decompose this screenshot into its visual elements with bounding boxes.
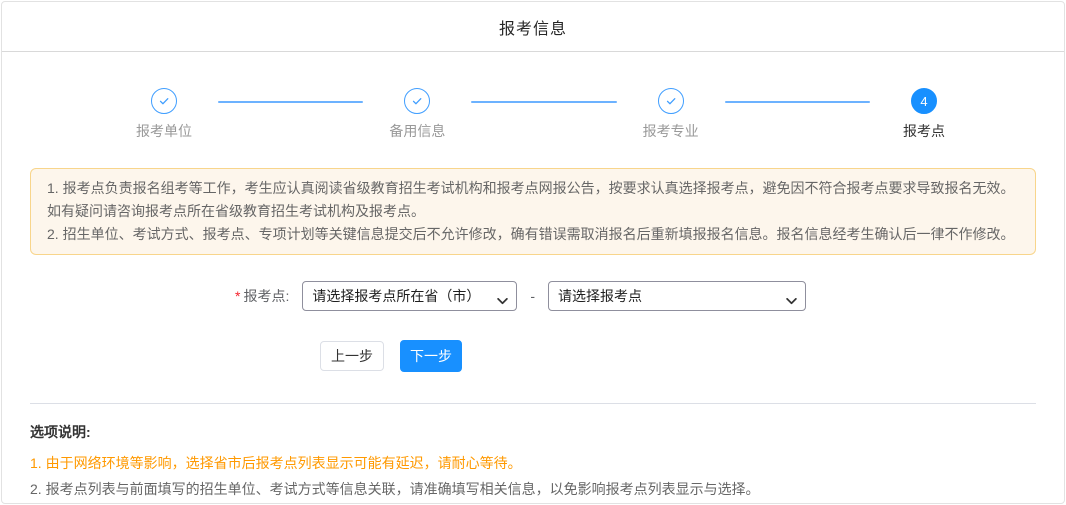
page-title: 报考信息: [499, 15, 567, 39]
step-done-circle: [151, 88, 177, 114]
step-label: 报考点: [903, 121, 945, 141]
explanation-note: 2. 报考点列表与前面填写的招生单位、考试方式等信息关联，请准确填写相关信息，以…: [30, 476, 1036, 502]
step-baokao-dian: 4 报考点: [876, 88, 972, 141]
step-active-circle: 4: [911, 88, 937, 114]
check-icon: [664, 94, 678, 108]
options-explanation: 选项说明: 1. 由于网络环境等影响，选择省市后报考点列表显示可能有延迟，请耐心…: [2, 404, 1064, 502]
previous-step-button[interactable]: 上一步: [320, 341, 384, 371]
step-baokao-danwei: 报考单位: [116, 88, 212, 141]
notice-line: 2. 招生单位、考试方式、报考点、专项计划等关键信息提交后不允许修改，确有错误需…: [47, 223, 1019, 246]
registration-page: 报考信息 报考单位 备用信息: [1, 1, 1065, 504]
step-done-circle: [658, 88, 684, 114]
exam-site-label-text: 报考点:: [243, 288, 289, 304]
stepper: 报考单位 备用信息 报考专业 4 报考点: [2, 52, 1064, 141]
province-select-wrap: 请选择报考点所在省（市）: [302, 281, 517, 311]
check-icon: [410, 94, 424, 108]
stepper-connector: [725, 101, 870, 103]
notice-line: 1. 报考点负责报名组考等工作，考生应认真阅读省级教育招生考试机构和报考点网报公…: [47, 177, 1019, 223]
options-explanation-title: 选项说明:: [30, 422, 1036, 442]
exam-site-select[interactable]: 请选择报考点: [548, 281, 806, 311]
page-header: 报考信息: [2, 2, 1064, 52]
step-label: 备用信息: [389, 121, 445, 141]
step-done-circle: [404, 88, 430, 114]
step-beiyong-xinxi: 备用信息: [369, 88, 465, 141]
explanation-note: 1. 由于网络环境等影响，选择省市后报考点列表显示可能有延迟，请耐心等待。: [30, 450, 1036, 476]
step-baokao-zhuanye: 报考专业: [623, 88, 719, 141]
exam-site-label: *报考点:: [235, 286, 289, 306]
check-icon: [157, 94, 171, 108]
wizard-buttons: 上一步 下一步: [320, 340, 1064, 372]
step-label: 报考专业: [643, 121, 699, 141]
notice-box: 1. 报考点负责报名组考等工作，考生应认真阅读省级教育招生考试机构和报考点网报公…: [30, 168, 1036, 255]
required-asterisk: *: [235, 288, 240, 304]
province-select[interactable]: 请选择报考点所在省（市）: [302, 281, 517, 311]
exam-site-form-row: *报考点: 请选择报考点所在省（市） - 请选择报考点: [235, 281, 1064, 311]
next-step-button[interactable]: 下一步: [400, 340, 462, 372]
select-separator: -: [530, 288, 535, 304]
step-label: 报考单位: [136, 121, 192, 141]
exam-site-select-wrap: 请选择报考点: [548, 281, 806, 311]
stepper-connector: [471, 101, 616, 103]
stepper-connector: [218, 101, 363, 103]
